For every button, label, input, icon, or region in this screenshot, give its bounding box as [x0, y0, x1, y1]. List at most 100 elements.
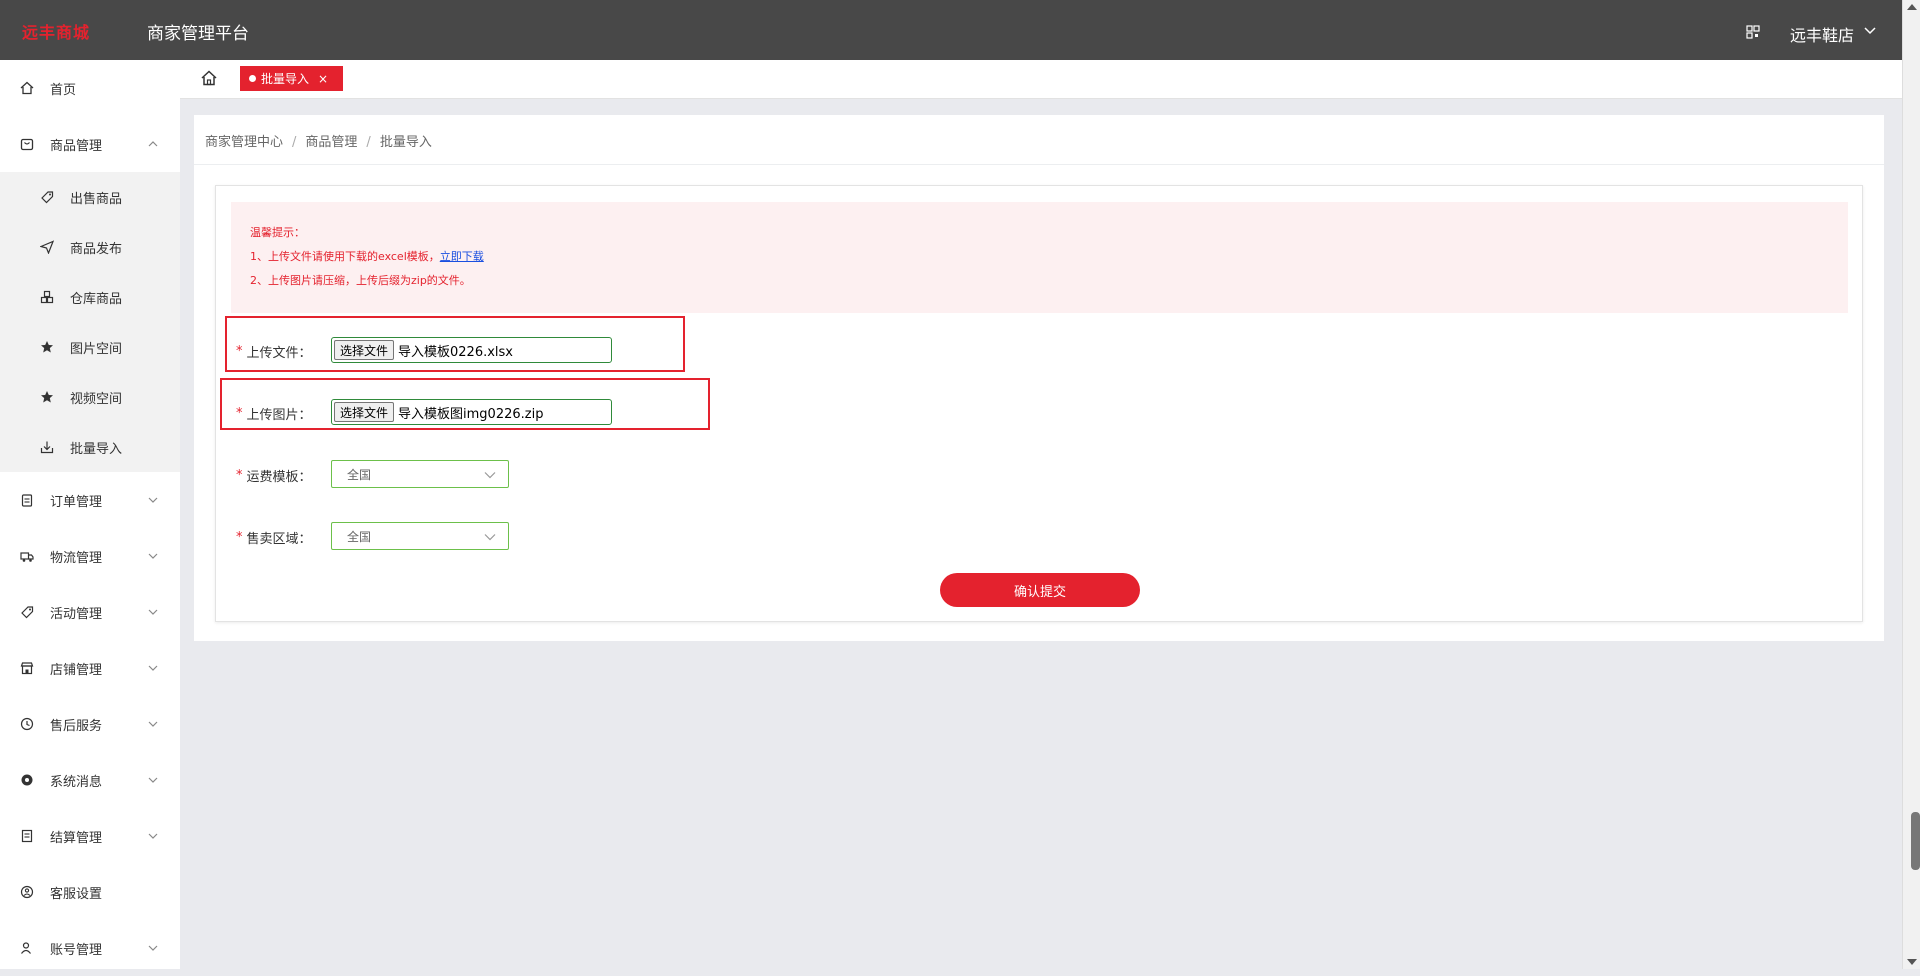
star-icon — [41, 391, 53, 403]
service-icon — [20, 717, 34, 731]
sidebar-item-label: 客服设置 — [50, 886, 103, 902]
home-icon — [20, 81, 34, 95]
breadcrumb-item[interactable]: 商家管理中心 — [205, 135, 283, 150]
sidebar-item-account[interactable]: 账号管理 — [0, 920, 180, 976]
order-icon — [21, 494, 33, 507]
submenu-item-warehouse-goods[interactable]: 仓库商品 — [0, 272, 180, 322]
sidebar: 首页 商品管理 出售商品 商品发布 仓库商品 图片空间 视频空间 批量导入 订单… — [0, 60, 180, 969]
scroll-down-arrow-icon[interactable] — [1907, 959, 1917, 965]
tag-icon — [41, 191, 54, 204]
account-icon — [21, 942, 31, 954]
chevron-down-icon — [484, 472, 496, 479]
sidebar-item-after-sales[interactable]: 售后服务 — [0, 696, 180, 752]
submenu-item-batch-import[interactable]: 批量导入 — [0, 422, 180, 472]
active-dot-icon — [249, 75, 256, 82]
send-icon — [40, 240, 54, 254]
freight-template-row: * 运费模板： 全国 — [236, 460, 509, 490]
scrollbar-thumb[interactable] — [1911, 812, 1920, 870]
submenu-item-label: 图片空间 — [70, 341, 123, 357]
freight-template-select[interactable]: 全国 — [331, 460, 509, 488]
platform-title: 商家管理平台 — [147, 24, 249, 44]
tips-title: 温馨提示： — [250, 226, 305, 239]
import-form-card: 温馨提示： 1、上传文件请使用下载的excel模板，立即下载 2、上传图片请压缩… — [215, 185, 1863, 622]
chevron-down-icon — [148, 833, 158, 839]
breadcrumb-item[interactable]: 商品管理 — [305, 135, 357, 150]
sales-region-select[interactable]: 全国 — [331, 522, 509, 550]
freight-template-label: 运费模板： — [246, 469, 312, 485]
star-icon — [41, 341, 53, 353]
tips-line-1: 1、上传文件请使用下载的excel模板，立即下载 — [250, 250, 484, 263]
sidebar-item-customer-service[interactable]: 客服设置 — [0, 864, 180, 920]
sidebar-item-home[interactable]: 首页 — [0, 60, 180, 116]
submenu-item-publish-goods[interactable]: 商品发布 — [0, 222, 180, 272]
sidebar-item-label: 系统消息 — [50, 774, 103, 790]
sidebar-item-orders[interactable]: 订单管理 — [0, 472, 180, 528]
tag-icon — [21, 606, 34, 619]
sidebar-item-store[interactable]: 店铺管理 — [0, 640, 180, 696]
required-mark: * — [236, 467, 243, 483]
chevron-down-icon — [148, 497, 158, 503]
chevron-down-icon[interactable] — [1864, 26, 1876, 36]
submenu-item-label: 仓库商品 — [70, 291, 123, 307]
message-icon — [21, 774, 33, 786]
shop-name-menu[interactable]: 远丰鞋店 — [1790, 22, 1854, 46]
sidebar-item-label: 账号管理 — [50, 942, 103, 958]
sidebar-item-label: 商品管理 — [50, 138, 103, 154]
submenu-item-label: 出售商品 — [70, 191, 123, 207]
submenu-item-label: 商品发布 — [70, 241, 123, 257]
submenu-item-label: 视频空间 — [70, 391, 123, 407]
home-tab-icon[interactable] — [200, 69, 218, 87]
sidebar-item-label: 订单管理 — [50, 494, 103, 510]
chevron-down-icon — [148, 945, 158, 951]
scroll-up-arrow-icon[interactable] — [1907, 4, 1917, 10]
sidebar-item-settlement[interactable]: 结算管理 — [0, 808, 180, 864]
sidebar-item-activities[interactable]: 活动管理 — [0, 584, 180, 640]
sales-region-label: 售卖区域： — [246, 531, 312, 547]
submenu-item-selling-goods[interactable]: 出售商品 — [0, 172, 180, 222]
tab-label: 批量导入 — [261, 72, 310, 86]
brand-logo[interactable]: 远丰商城 — [22, 19, 90, 43]
chevron-down-icon — [148, 665, 158, 671]
chevron-down-icon — [148, 553, 158, 559]
close-icon[interactable]: × — [318, 72, 328, 86]
support-icon — [20, 885, 34, 899]
submenu-item-video-space[interactable]: 视频空间 — [0, 372, 180, 422]
tips-line-2: 2、上传图片请压缩，上传后缀为zip的文件。 — [250, 274, 471, 287]
highlight-box-file — [225, 316, 685, 372]
chevron-up-icon — [148, 141, 158, 147]
sidebar-item-label: 售后服务 — [50, 718, 103, 734]
goods-icon — [20, 138, 34, 151]
sales-region-row: * 售卖区域： 全国 — [236, 522, 509, 552]
breadcrumb: 商家管理中心 / 商品管理 / 批量导入 — [205, 131, 432, 150]
sidebar-item-label: 物流管理 — [50, 550, 103, 566]
import-icon — [40, 441, 54, 454]
freight-template-value: 全国 — [347, 467, 372, 482]
required-mark: * — [236, 529, 243, 545]
sales-region-value: 全国 — [347, 529, 372, 544]
sidebar-item-messages[interactable]: 系统消息 — [0, 752, 180, 808]
breadcrumb-separator: / — [292, 135, 297, 150]
tips-box: 温馨提示： 1、上传文件请使用下载的excel模板，立即下载 2、上传图片请压缩… — [231, 202, 1848, 313]
warehouse-icon — [40, 290, 54, 304]
divider — [194, 164, 1884, 165]
submit-button[interactable]: 确认提交 — [940, 573, 1140, 607]
tab-batch-import[interactable]: 批量导入 × — [240, 66, 343, 91]
tab-bar: 批量导入 × — [180, 60, 1902, 99]
sidebar-item-label: 首页 — [50, 82, 77, 98]
page-scrollbar[interactable] — [1902, 0, 1920, 969]
qr-code-icon[interactable] — [1746, 25, 1760, 39]
chevron-down-icon — [148, 777, 158, 783]
goods-submenu: 出售商品 商品发布 仓库商品 图片空间 视频空间 批量导入 — [0, 172, 180, 472]
breadcrumb-separator: / — [366, 135, 371, 150]
sidebar-item-goods[interactable]: 商品管理 — [0, 116, 180, 172]
settlement-icon — [21, 829, 33, 843]
chevron-down-icon — [148, 721, 158, 727]
download-template-link[interactable]: 立即下载 — [440, 250, 484, 263]
highlight-box-image — [220, 378, 710, 430]
sidebar-item-logistics[interactable]: 物流管理 — [0, 528, 180, 584]
submenu-item-image-space[interactable]: 图片空间 — [0, 322, 180, 372]
top-header: 远丰商城 商家管理平台 远丰鞋店 — [0, 0, 1902, 60]
sidebar-item-label: 店铺管理 — [50, 662, 103, 678]
store-icon — [20, 662, 34, 675]
chevron-down-icon — [484, 534, 496, 541]
